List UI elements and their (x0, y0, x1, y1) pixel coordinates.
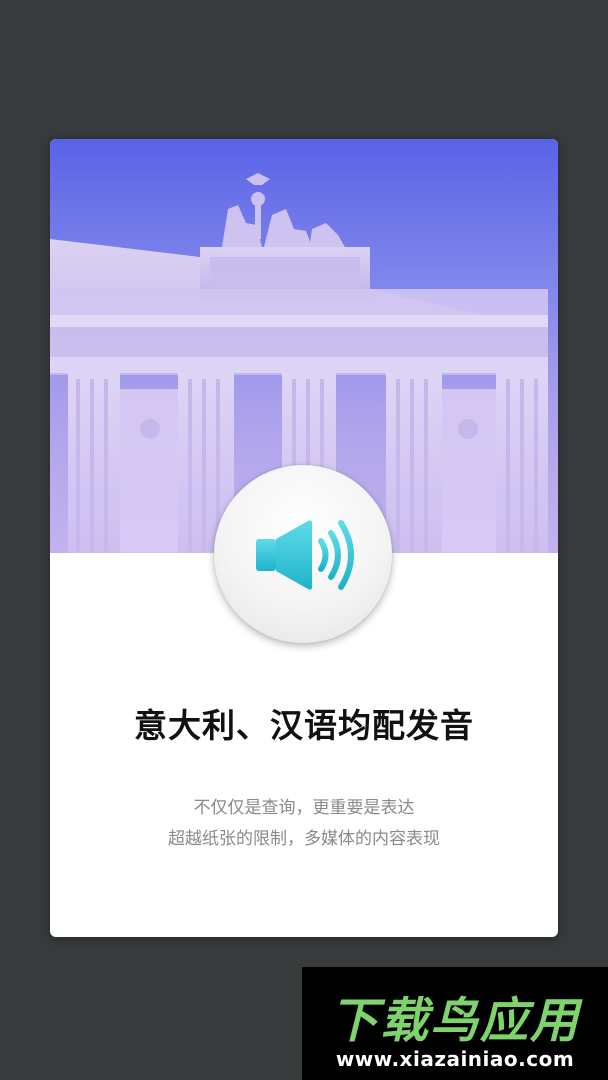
watermark: 下载鸟应用 www.xiazainiao.com (302, 967, 608, 1080)
description-line: 超越纸张的限制，多媒体的内容表现 (168, 829, 440, 849)
speaker-sound-icon (256, 520, 354, 590)
play-audio-button[interactable] (214, 465, 392, 643)
watermark-brand: 下载鸟应用 (329, 993, 580, 1049)
card-title: 意大利、汉语均配发音 (134, 706, 474, 745)
description-line: 不仅仅是查询，更重要是表达 (193, 798, 415, 818)
watermark-url: www.xiazainiao.com (335, 1047, 575, 1071)
intro-card: 意大利、汉语均配发音 不仅仅是查询，更重要是表达 超越纸张的限制，多媒体的内容表… (50, 139, 558, 937)
card-description: 不仅仅是查询，更重要是表达 超越纸张的限制，多媒体的内容表现 (50, 793, 558, 855)
